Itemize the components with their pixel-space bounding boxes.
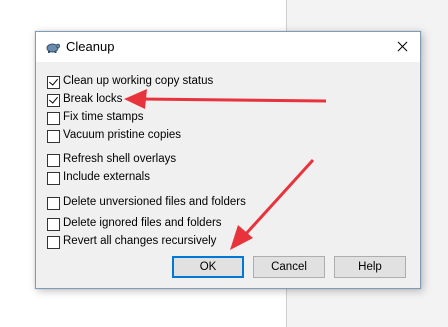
ok-button[interactable]: OK [172,256,244,278]
option-label: Include externals [63,171,150,183]
title-bar: Cleanup [36,32,420,62]
checkbox[interactable] [47,236,60,249]
checkbox[interactable] [47,172,60,185]
option-label: Break locks [63,93,123,105]
help-button[interactable]: Help [334,256,406,278]
option-label: Clean up working copy status [63,75,214,87]
checkbox[interactable] [47,218,60,231]
checkbox[interactable] [47,76,60,89]
checkbox[interactable] [47,197,60,210]
checkbox[interactable] [47,154,60,167]
option-label: Vacuum pristine copies [63,129,182,141]
option-label: Refresh shell overlays [63,153,177,165]
cancel-button[interactable]: Cancel [253,256,325,278]
checkbox[interactable] [47,94,60,107]
tortoise-icon [46,43,60,53]
option-label: Fix time stamps [63,111,144,123]
close-button[interactable] [384,32,420,62]
checkbox[interactable] [47,130,60,143]
option-label: Delete unversioned files and folders [63,196,246,208]
dialog-title: Cleanup [66,39,115,54]
cleanup-dialog: Cleanup Clean up working copy status Bre… [35,31,421,289]
checkbox[interactable] [47,112,60,125]
option-label: Revert all changes recursively [63,235,217,247]
option-label: Delete ignored files and folders [63,217,222,229]
